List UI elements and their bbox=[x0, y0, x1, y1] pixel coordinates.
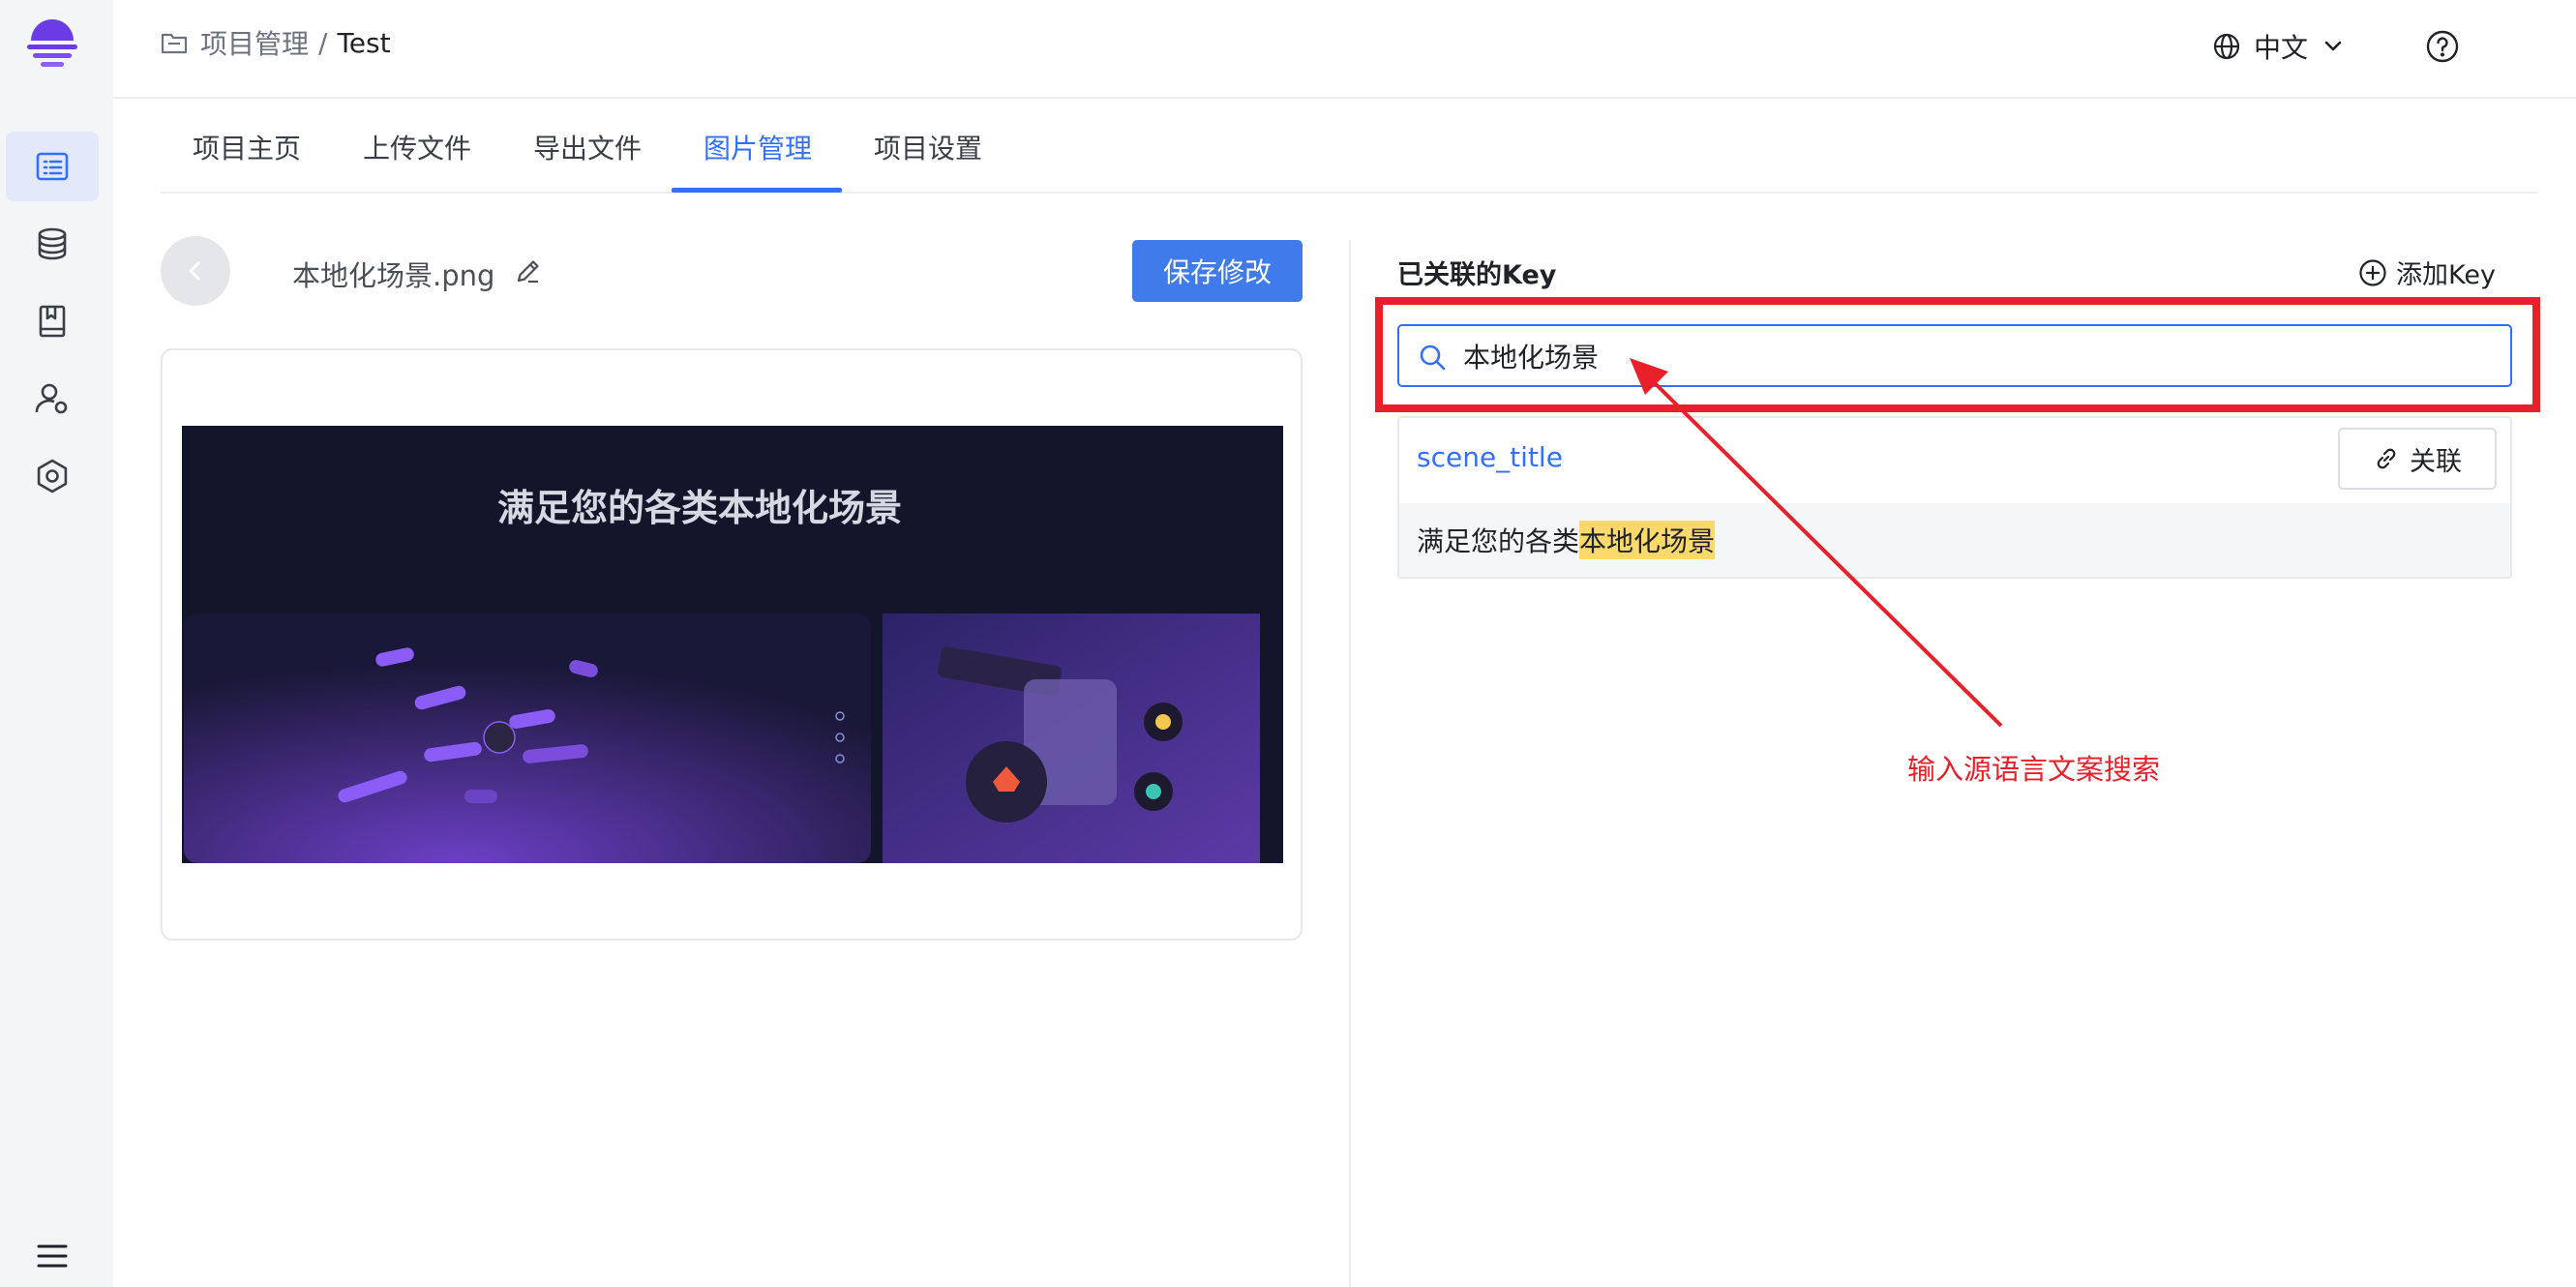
annotation-highlight-box bbox=[1375, 297, 2540, 412]
plus-circle-icon bbox=[2359, 258, 2386, 286]
annotation-caption: 输入源语言文案搜索 bbox=[1907, 753, 2161, 786]
search-result-item[interactable]: scene_title 关联 满足您的各类 本地化场景 bbox=[1397, 416, 2512, 579]
globe-icon bbox=[2213, 33, 2240, 60]
user-settings-icon bbox=[35, 383, 68, 414]
tab-project-home[interactable]: 项目主页 bbox=[193, 128, 301, 166]
active-tab-indicator bbox=[672, 188, 842, 193]
list-icon bbox=[36, 152, 69, 181]
breadcrumb-separator: / bbox=[318, 26, 328, 59]
breadcrumb: 项目管理 / Test bbox=[160, 23, 391, 62]
nav-database[interactable] bbox=[6, 209, 99, 279]
language-label: 中文 bbox=[2254, 32, 2309, 64]
breadcrumb-current: Test bbox=[337, 26, 391, 59]
result-source-text: 满足您的各类 本地化场景 bbox=[1399, 503, 2510, 577]
gear-icon bbox=[37, 459, 68, 494]
book-icon bbox=[39, 305, 66, 338]
help-icon[interactable] bbox=[2422, 26, 2463, 67]
result-text-highlight: 本地化场景 bbox=[1579, 521, 1716, 559]
link-icon bbox=[2377, 448, 2396, 469]
brand-logo-icon bbox=[27, 19, 77, 67]
image-preview-card: 满足您的各类本地化场景 bbox=[161, 348, 1303, 941]
pencil-icon[interactable] bbox=[513, 255, 544, 286]
chevron-left-icon bbox=[189, 261, 200, 281]
project-tabs: 项目主页 上传文件 导出文件 图片管理 项目设置 bbox=[161, 101, 2537, 194]
nav-members[interactable] bbox=[6, 364, 99, 434]
link-key-button[interactable]: 关联 bbox=[2338, 428, 2497, 490]
database-icon bbox=[38, 227, 67, 260]
app-window: 项目管理 / Test 中文 项目主页 上传文件 导出文件 图片管理 项目设置 … bbox=[0, 0, 2576, 1287]
add-key-label: 添加Key bbox=[2396, 260, 2496, 290]
top-header: 项目管理 / Test 中文 bbox=[113, 0, 2576, 99]
chevron-down-icon bbox=[2324, 41, 2342, 51]
add-key-button[interactable]: 添加Key bbox=[2357, 254, 2496, 291]
breadcrumb-parent[interactable]: 项目管理 bbox=[200, 23, 309, 62]
tab-export-files[interactable]: 导出文件 bbox=[533, 128, 642, 166]
tab-project-settings[interactable]: 项目设置 bbox=[874, 128, 982, 166]
image-file-name: 本地化场景.png bbox=[292, 259, 495, 292]
screenshot-preview-image: 满足您的各类本地化场景 bbox=[182, 426, 1283, 863]
link-key-label: 关联 bbox=[2410, 446, 2462, 477]
folder-icon bbox=[161, 33, 188, 54]
side-rail bbox=[0, 0, 113, 1287]
panel-divider bbox=[1349, 240, 1351, 1287]
result-key-name[interactable]: scene_title bbox=[1417, 441, 1563, 473]
tab-image-management[interactable]: 图片管理 bbox=[704, 128, 812, 166]
preview-title: 满足您的各类本地化场景 bbox=[496, 487, 902, 529]
nav-settings[interactable] bbox=[6, 441, 99, 511]
nav-glossary[interactable] bbox=[6, 286, 99, 356]
language-switcher[interactable]: 中文 bbox=[2211, 27, 2349, 66]
back-button[interactable] bbox=[161, 236, 230, 306]
tab-upload-files[interactable]: 上传文件 bbox=[363, 128, 471, 166]
linked-keys-title: 已关联的Key bbox=[1397, 260, 1557, 290]
save-button[interactable]: 保存修改 bbox=[1132, 240, 1303, 302]
result-text-prefix: 满足您的各类 bbox=[1417, 525, 1580, 557]
menu-icon[interactable] bbox=[33, 1239, 72, 1273]
nav-projects[interactable] bbox=[6, 132, 99, 201]
